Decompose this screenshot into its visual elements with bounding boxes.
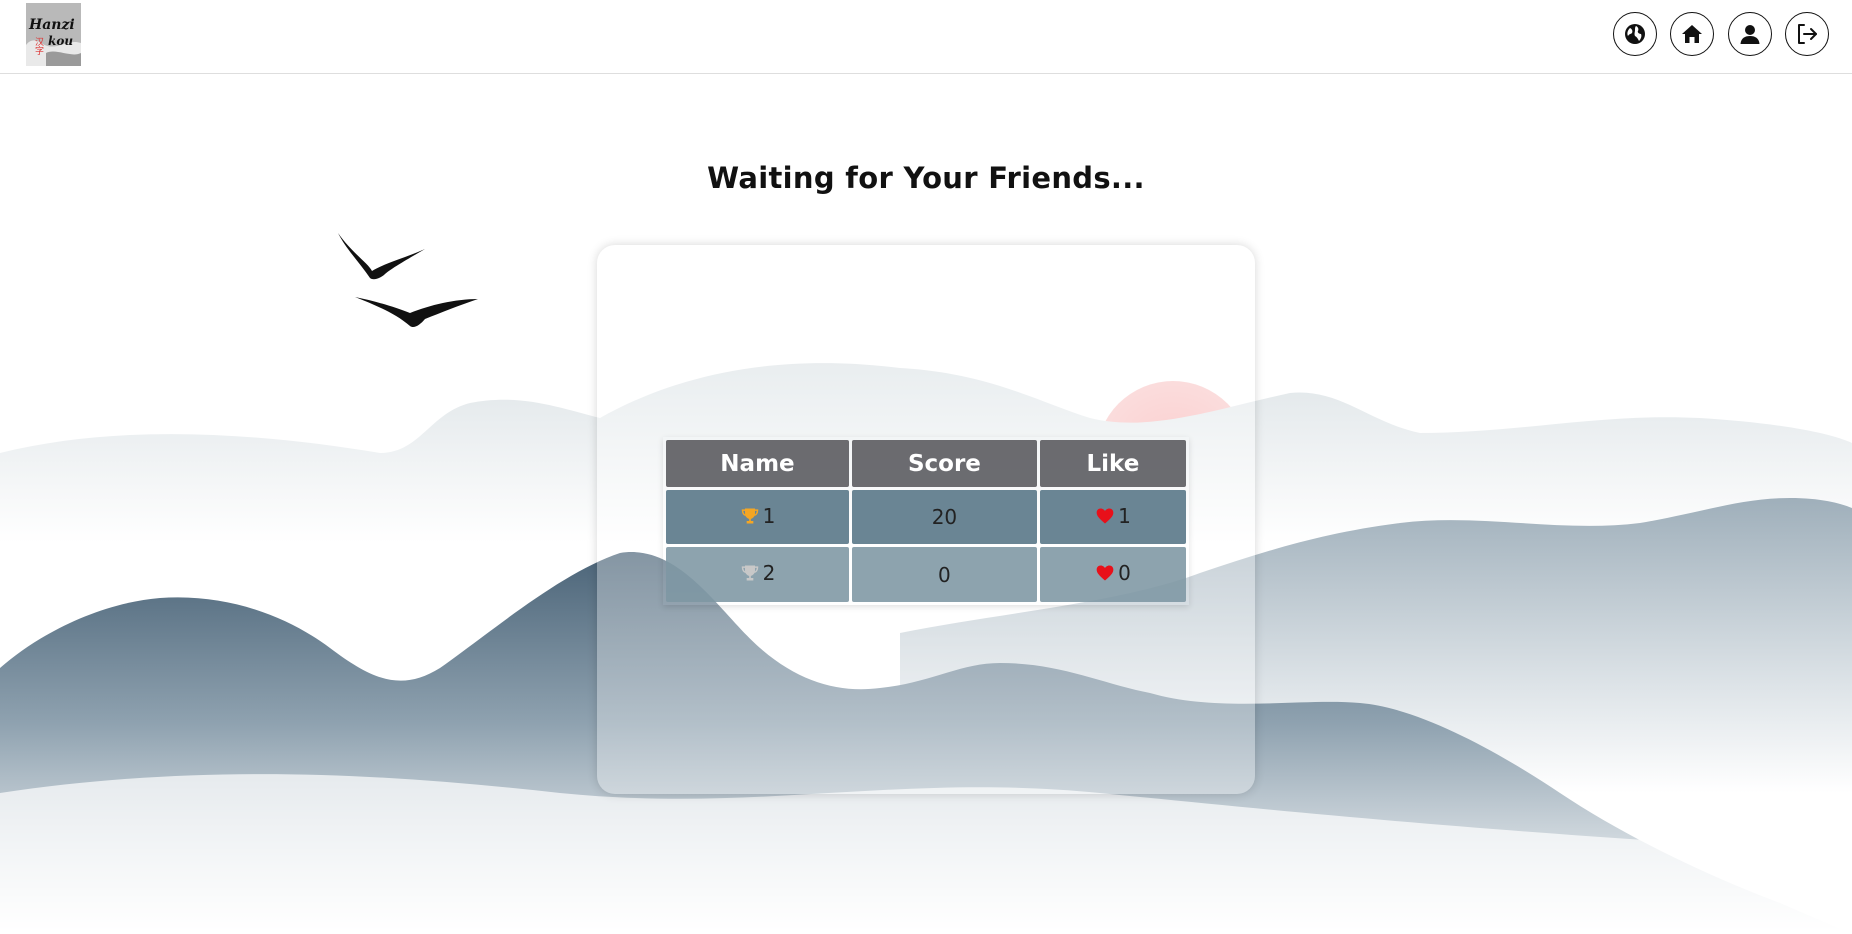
bird bbox=[338, 233, 425, 280]
table-row: 1 20 1 bbox=[666, 490, 1186, 544]
flying-birds bbox=[338, 233, 478, 328]
home-icon bbox=[1682, 25, 1702, 43]
player-score: 0 bbox=[851, 547, 1037, 602]
player-name-cell: 2 bbox=[666, 547, 849, 602]
language-globe-button[interactable] bbox=[1613, 12, 1657, 56]
player-name-cell: 1 bbox=[666, 490, 849, 544]
player-name: 2 bbox=[762, 561, 776, 585]
like-count: 1 bbox=[1118, 503, 1131, 528]
gold-trophy-icon bbox=[741, 508, 758, 523]
column-header-like: Like bbox=[1039, 440, 1186, 487]
logout-icon bbox=[1798, 24, 1817, 44]
column-header-score: Score bbox=[851, 440, 1037, 487]
top-navbar: Hanzi kou 汉 字 bbox=[0, 0, 1852, 74]
like-count: 0 bbox=[1118, 561, 1131, 585]
player-score: 20 bbox=[851, 490, 1037, 544]
home-button[interactable] bbox=[1670, 12, 1714, 56]
profile-button[interactable] bbox=[1728, 12, 1772, 56]
svg-text:字: 字 bbox=[35, 45, 44, 57]
svg-text:kou: kou bbox=[48, 34, 73, 48]
hanzi-kou-logo[interactable]: Hanzi kou 汉 字 bbox=[26, 3, 81, 66]
page-title: Waiting for Your Friends... bbox=[707, 161, 1145, 195]
bird bbox=[355, 297, 478, 328]
scoreboard-table: Name Score Like 1 20 1 2 0 0 bbox=[663, 437, 1189, 605]
foreground-mist bbox=[0, 774, 1852, 934]
table-row: 2 0 0 bbox=[666, 547, 1186, 602]
globe-icon bbox=[1625, 24, 1645, 44]
player-like-cell[interactable]: 1 bbox=[1039, 490, 1186, 544]
logout-button[interactable] bbox=[1785, 12, 1829, 56]
column-header-name: Name bbox=[666, 440, 849, 487]
page: Hanzi kou 汉 字 Waiting for Your Friends..… bbox=[0, 0, 1852, 934]
player-name: 1 bbox=[762, 503, 776, 528]
heart-icon[interactable] bbox=[1095, 506, 1115, 526]
table-header-row: Name Score Like bbox=[666, 440, 1186, 487]
user-icon bbox=[1740, 25, 1760, 44]
player-like-cell[interactable]: 0 bbox=[1039, 547, 1186, 602]
svg-text:Hanzi: Hanzi bbox=[28, 17, 75, 33]
heart-icon[interactable] bbox=[1095, 563, 1115, 583]
silver-trophy-icon bbox=[741, 565, 758, 581]
